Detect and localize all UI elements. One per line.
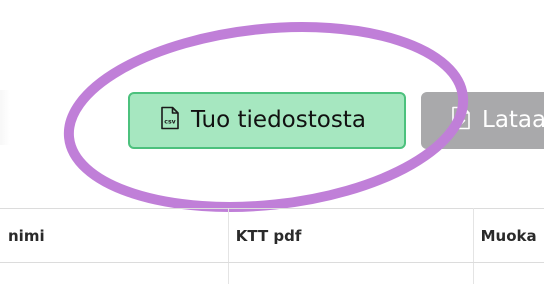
import-button-label: Tuo tiedostosta <box>191 107 366 133</box>
download-file-icon <box>451 106 471 136</box>
cut-off-cell-text <box>318 279 336 284</box>
csv-icon-text: csv <box>164 118 175 125</box>
column-header-edit[interactable]: Muoka <box>473 208 544 263</box>
download-button-label: Lataa <box>482 107 544 133</box>
csv-file-icon: csv <box>160 106 180 136</box>
table-header-row: nimi KTT pdf Muoka <box>0 208 544 263</box>
table-cell <box>0 262 229 284</box>
table-row <box>0 262 544 284</box>
page: csv Tuo tiedostosta Lataa nimi KTT pdf M… <box>0 0 544 284</box>
data-table: nimi KTT pdf Muoka <box>0 208 544 284</box>
column-header-ktt-pdf[interactable]: KTT pdf <box>228 208 474 263</box>
table-cell <box>473 263 544 284</box>
edge-shadow <box>0 90 10 145</box>
download-button[interactable]: Lataa <box>421 92 544 149</box>
import-from-file-button[interactable]: csv Tuo tiedostosta <box>128 92 406 149</box>
table-cell <box>228 262 474 284</box>
column-header-name[interactable]: nimi <box>0 208 229 263</box>
